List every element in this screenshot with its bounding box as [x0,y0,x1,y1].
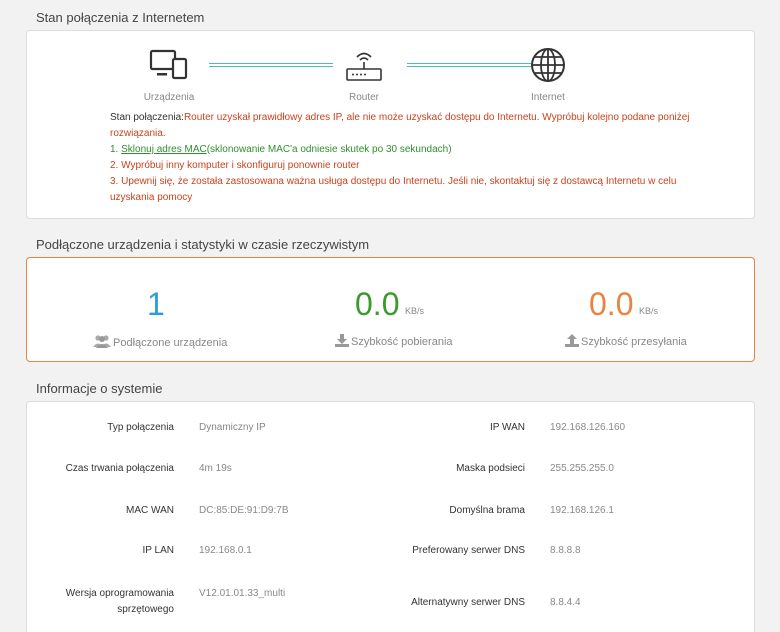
info-value-ip-wan: 192.168.126.160 [550,422,626,433]
devices-section-title: Podłączone urządzenia i statystyki w cza… [36,237,370,252]
info-key-mac-wan: MAC WAN [126,505,174,516]
info-key-preferred-dns: Preferowany serwer DNS [412,545,525,556]
router-icon [319,45,409,85]
upload-caption-text: Szybkość przesyłania [581,336,687,348]
step-1: 1. Sklonuj adres MAC(sklonowanie MAC'a o… [110,142,690,158]
devices-router-link [209,63,333,67]
download-unit: KB/s [405,306,425,316]
info-value-default-gateway: 192.168.126.1 [550,505,614,516]
stats-card: 1 Podłączone urządzenia 0.0 KB/s Szybkoś… [26,257,755,362]
info-key-firmware: Wersja oprogramowania sprzętowego [65,588,174,615]
info-key-default-gateway: Domyślna brama [449,505,525,516]
devices-label: Urządzenia [143,92,195,103]
info-value-subnet-mask: 255.255.255.0 [550,463,614,474]
upload-caption: Szybkość przesyłania [565,334,687,350]
clone-mac-link[interactable]: Sklonuj adres MAC [121,144,207,155]
download-icon [335,334,349,350]
info-key-ip-wan: IP WAN [489,422,525,433]
info-value-ip-lan: 192.168.0.1 [199,545,252,556]
info-section-title: Informacje o systemie [36,381,163,396]
info-value-connection-type: Dynamiczny IP [199,422,266,433]
info-value-mac-wan: DC:85:DE:91:D9:7B [199,505,289,516]
upload-unit: KB/s [639,306,659,316]
step-1-rest: (sklonowanie MAC'a odniesie skutek po 30… [206,144,452,155]
system-info-card: Typ połączenia Dynamiczny IP Czas trwani… [26,401,755,632]
info-key-connection-type: Typ połączenia [107,422,174,433]
connection-status-card: Urządzenia Router Internet Stan połączen… [26,30,755,219]
status-line: Stan połączenia:Router uzyskał prawidłow… [110,110,690,142]
info-value-preferred-dns: 8.8.8.8 [550,545,581,556]
internet-label: Internet [531,92,565,103]
info-key-subnet-mask: Maska podsieci [456,463,525,474]
step-3: 3. Upewnij się, że została zastosowana w… [110,176,677,203]
upload-value: 0.0 [589,286,634,322]
upload-stat: 0.0 KB/s Szybkość przesyłania [515,258,755,361]
download-value: 0.0 [355,286,400,322]
info-value-firmware: V12.01.01.33_multi [199,588,286,599]
status-message: Stan połączenia:Router uzyskał prawidłow… [110,110,690,206]
info-value-connection-time: 4m 19s [199,463,232,474]
info-key-ip-lan: IP LAN [142,545,175,556]
devices-count: 1 [147,286,165,322]
devices-caption-text: Podłączone urządzenia [113,336,228,349]
devices-stat: 1 Podłączone urządzenia [27,258,267,361]
users-icon [93,334,111,351]
download-caption: Szybkość pobierania [335,334,453,350]
info-key-connection-time: Czas trwania połączenia [65,463,174,474]
devices-icon [124,45,214,85]
devices-caption[interactable]: Podłączone urządzenia [93,334,227,351]
download-stat: 0.0 KB/s Szybkość pobierania [271,258,511,361]
upload-icon [565,334,579,350]
step-2: 2. Wypróbuj inny komputer i skonfiguruj … [110,160,360,171]
status-prefix: Stan połączenia: [110,112,184,123]
router-node: Router [319,45,409,103]
info-key-alternate-dns: Alternatywny serwer DNS [411,597,525,608]
download-caption-text: Szybkość pobierania [351,336,453,348]
internet-node: Internet [503,45,593,103]
step-1-number: 1. [110,144,122,155]
status-section-title: Stan połączenia z Internetem [36,10,205,25]
status-text: Router uzyskał prawidłowy adres IP, ale … [110,112,690,139]
devices-node: Urządzenia [124,45,214,103]
router-label: Router [348,92,379,103]
globe-icon [503,45,593,85]
info-value-alternate-dns: 8.8.4.4 [550,597,581,608]
